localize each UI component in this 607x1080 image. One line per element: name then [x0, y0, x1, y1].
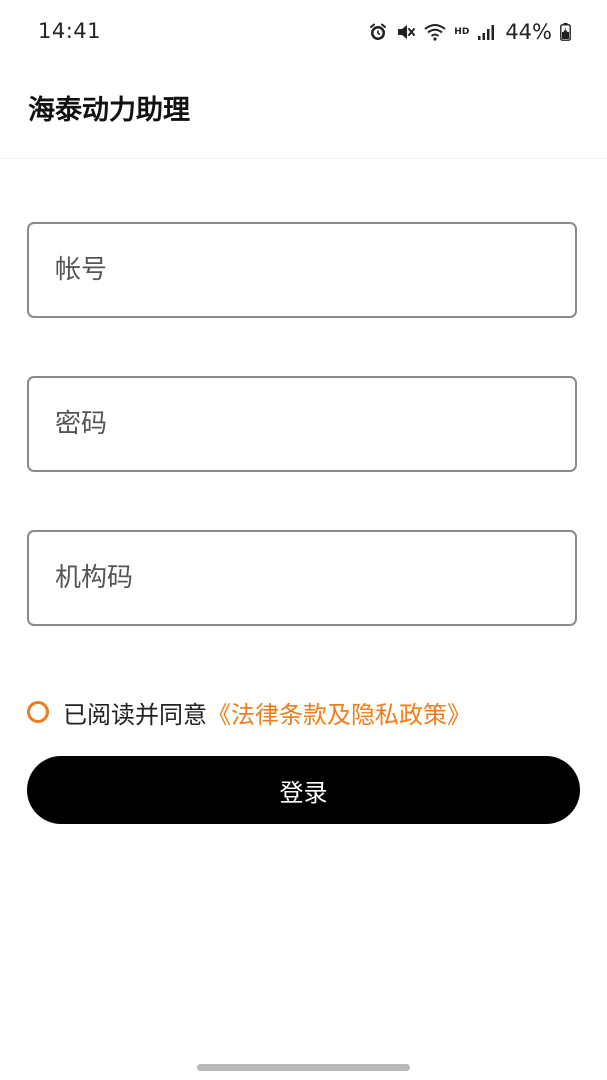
battery-charging-icon [560, 23, 571, 41]
alarm-icon [368, 22, 388, 42]
legal-privacy-link[interactable]: 《法律条款及隐私政策》 [207, 695, 471, 730]
status-bar: 14:41 HD 44% [0, 0, 607, 64]
password-input[interactable] [29, 378, 575, 470]
agreement-row: 已阅读并同意 《法律条款及隐私政策》 [27, 694, 471, 730]
mute-icon [396, 22, 416, 42]
login-button[interactable]: 登录 [27, 756, 580, 824]
password-field[interactable] [27, 376, 577, 472]
app-header: 海泰动力助理 [0, 64, 607, 159]
agreement-radio[interactable] [27, 701, 49, 723]
account-input[interactable] [29, 224, 575, 316]
signal-icon [477, 23, 495, 41]
page-title: 海泰动力助理 [28, 95, 190, 126]
agreement-text: 已阅读并同意 [63, 700, 207, 729]
network-hd-label: HD [454, 27, 470, 37]
home-indicator[interactable] [197, 1064, 410, 1071]
wifi-icon [424, 22, 446, 42]
status-time: 14:41 [38, 19, 102, 43]
account-field[interactable] [27, 222, 577, 318]
org-code-field[interactable] [27, 530, 577, 626]
org-code-input[interactable] [29, 532, 575, 624]
status-icons: HD 44% [368, 18, 571, 46]
battery-percent: 44% [505, 20, 552, 44]
